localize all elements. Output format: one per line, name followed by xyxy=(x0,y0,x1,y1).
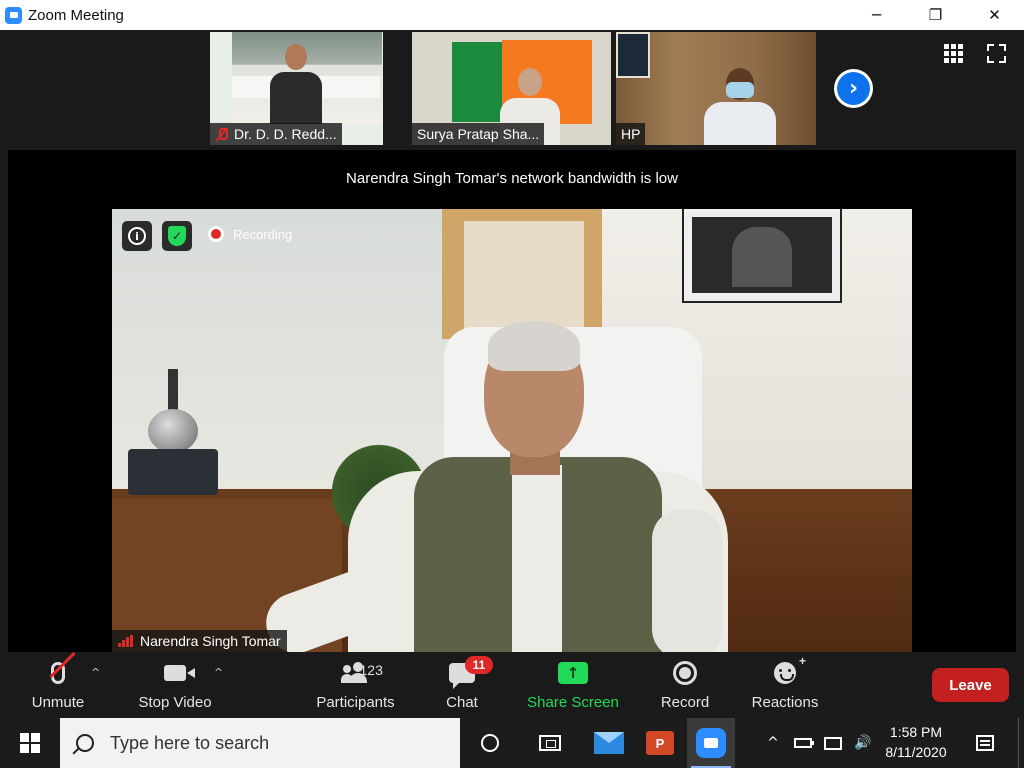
share-screen-icon: ↑ xyxy=(558,662,588,684)
next-page-button[interactable]: › xyxy=(834,69,873,108)
cortana-icon xyxy=(481,734,499,752)
video-feed xyxy=(452,42,502,122)
record-dot-icon xyxy=(208,226,224,242)
chat-unread-badge: 11 xyxy=(465,656,493,674)
participant-name: Dr. D. D. Redd... xyxy=(234,126,337,142)
zoom-icon xyxy=(696,728,726,758)
participants-label: Participants xyxy=(316,694,395,711)
title-bar: Zoom Meeting ─ ❐ ✕ xyxy=(0,0,1024,30)
notification-icon xyxy=(976,735,994,751)
participant-name-tag: Surya Pratap Sha... xyxy=(412,123,545,145)
bandwidth-notice: Narendra Singh Tomar's network bandwidth… xyxy=(346,170,678,187)
powerpoint-icon: P xyxy=(646,731,674,755)
meeting-toolbar: Unmute ^ Stop Video ^ 123 Participants 1… xyxy=(0,651,1024,718)
recording-label: Recording xyxy=(233,226,293,242)
muted-mic-icon xyxy=(215,127,229,141)
search-placeholder: Type here to search xyxy=(110,732,270,753)
action-center-button[interactable] xyxy=(970,718,1000,768)
participant-name-tag: Dr. D. D. Redd... xyxy=(210,123,342,145)
info-icon: i xyxy=(128,227,146,245)
network-signal-icon xyxy=(118,635,134,647)
unmute-button[interactable]: Unmute xyxy=(30,651,86,718)
leave-button[interactable]: Leave xyxy=(932,668,1009,702)
fullscreen-icon[interactable] xyxy=(987,44,1006,63)
participants-button[interactable]: 123 Participants xyxy=(315,652,396,718)
taskbar-search[interactable]: Type here to search xyxy=(60,718,460,768)
reactions-button[interactable]: + Reactions xyxy=(751,652,819,718)
zoom-app-icon xyxy=(5,6,22,24)
add-icon: + xyxy=(798,654,806,668)
gallery-view-icon[interactable] xyxy=(944,44,963,63)
search-icon xyxy=(76,734,94,752)
record-icon xyxy=(673,661,697,685)
chevron-right-icon: › xyxy=(837,72,870,105)
unmute-label: Unmute xyxy=(31,694,85,711)
thumbnail-strip: Dr. D. D. Redd... Surya Pratap Sha... HP… xyxy=(0,30,1024,148)
battery-button[interactable] xyxy=(788,738,818,748)
camera-icon xyxy=(164,665,195,681)
stop-video-button[interactable]: Stop Video xyxy=(137,652,213,718)
speaker-video[interactable]: i ✓ Recording Narendra Singh Tomar xyxy=(112,209,912,652)
start-button[interactable] xyxy=(0,718,60,768)
mail-icon xyxy=(594,732,624,754)
share-screen-label: Share Screen xyxy=(527,694,619,711)
meeting-info-button[interactable]: i xyxy=(122,221,152,251)
close-button[interactable]: ✕ xyxy=(965,0,1024,30)
record-label: Record xyxy=(660,694,710,711)
encryption-button[interactable]: ✓ xyxy=(162,221,192,251)
volume-icon[interactable]: 🔊 xyxy=(848,735,878,751)
audio-options-caret[interactable]: ^ xyxy=(91,666,100,679)
system-tray: ^ 🔊 xyxy=(758,718,878,768)
tray-chevron-icon[interactable]: ^ xyxy=(758,735,788,751)
reactions-label: Reactions xyxy=(751,694,819,711)
wall-portrait xyxy=(682,209,842,303)
participant-name-tag: HP xyxy=(616,123,646,145)
participant-figure xyxy=(270,44,322,124)
windows-logo-icon xyxy=(20,733,40,753)
task-view-button[interactable] xyxy=(526,718,574,768)
participant-name: HP xyxy=(621,126,641,142)
participants-count: 123 xyxy=(359,662,383,678)
participant-thumbnail[interactable]: Dr. D. D. Redd... xyxy=(210,32,383,145)
meeting-area: Dr. D. D. Redd... Surya Pratap Sha... HP… xyxy=(0,30,1024,652)
participant-figure xyxy=(704,68,776,145)
chat-label: Chat xyxy=(446,694,478,711)
show-desktop-button[interactable] xyxy=(1018,718,1024,768)
windows-taskbar: Type here to search P ^ 🔊 1:58 PM 8/11/2… xyxy=(0,718,1024,768)
share-screen-button[interactable]: ↑ Share Screen xyxy=(527,652,619,718)
speaker-name-tag: Narendra Singh Tomar xyxy=(112,630,287,652)
record-button[interactable]: Record xyxy=(660,652,710,718)
cortana-button[interactable] xyxy=(466,718,514,768)
participant-thumbnail[interactable]: Surya Pratap Sha... xyxy=(412,32,611,145)
battery-icon xyxy=(794,738,814,748)
video-options-caret[interactable]: ^ xyxy=(214,666,223,679)
minimize-button[interactable]: ─ xyxy=(847,0,906,30)
shield-icon: ✓ xyxy=(168,226,186,246)
task-view-icon xyxy=(539,735,561,751)
participant-thumbnail[interactable]: HP xyxy=(616,32,816,145)
participant-name: Surya Pratap Sha... xyxy=(417,126,540,142)
smiley-icon xyxy=(774,662,796,684)
video-feed xyxy=(616,32,650,78)
powerpoint-app-button[interactable]: P xyxy=(636,718,684,768)
taskbar-clock[interactable]: 1:58 PM 8/11/2020 xyxy=(876,722,956,762)
window-title: Zoom Meeting xyxy=(28,6,124,24)
recording-indicator: Recording xyxy=(208,226,292,242)
network-icon xyxy=(824,736,842,750)
window-controls: ─ ❐ ✕ xyxy=(847,0,1024,30)
clock-time: 1:58 PM xyxy=(889,724,943,740)
stop-video-label: Stop Video xyxy=(138,694,212,711)
restore-button[interactable]: ❐ xyxy=(906,0,965,30)
clock-date: 8/11/2020 xyxy=(885,744,947,760)
zoom-taskbar-button[interactable] xyxy=(687,718,735,768)
network-button[interactable] xyxy=(818,736,848,750)
speaker-name: Narendra Singh Tomar xyxy=(140,633,281,649)
active-speaker-stage: Narendra Singh Tomar's network bandwidth… xyxy=(8,150,1016,652)
mail-app-button[interactable] xyxy=(585,718,633,768)
chat-button[interactable]: 11 Chat xyxy=(444,652,493,718)
